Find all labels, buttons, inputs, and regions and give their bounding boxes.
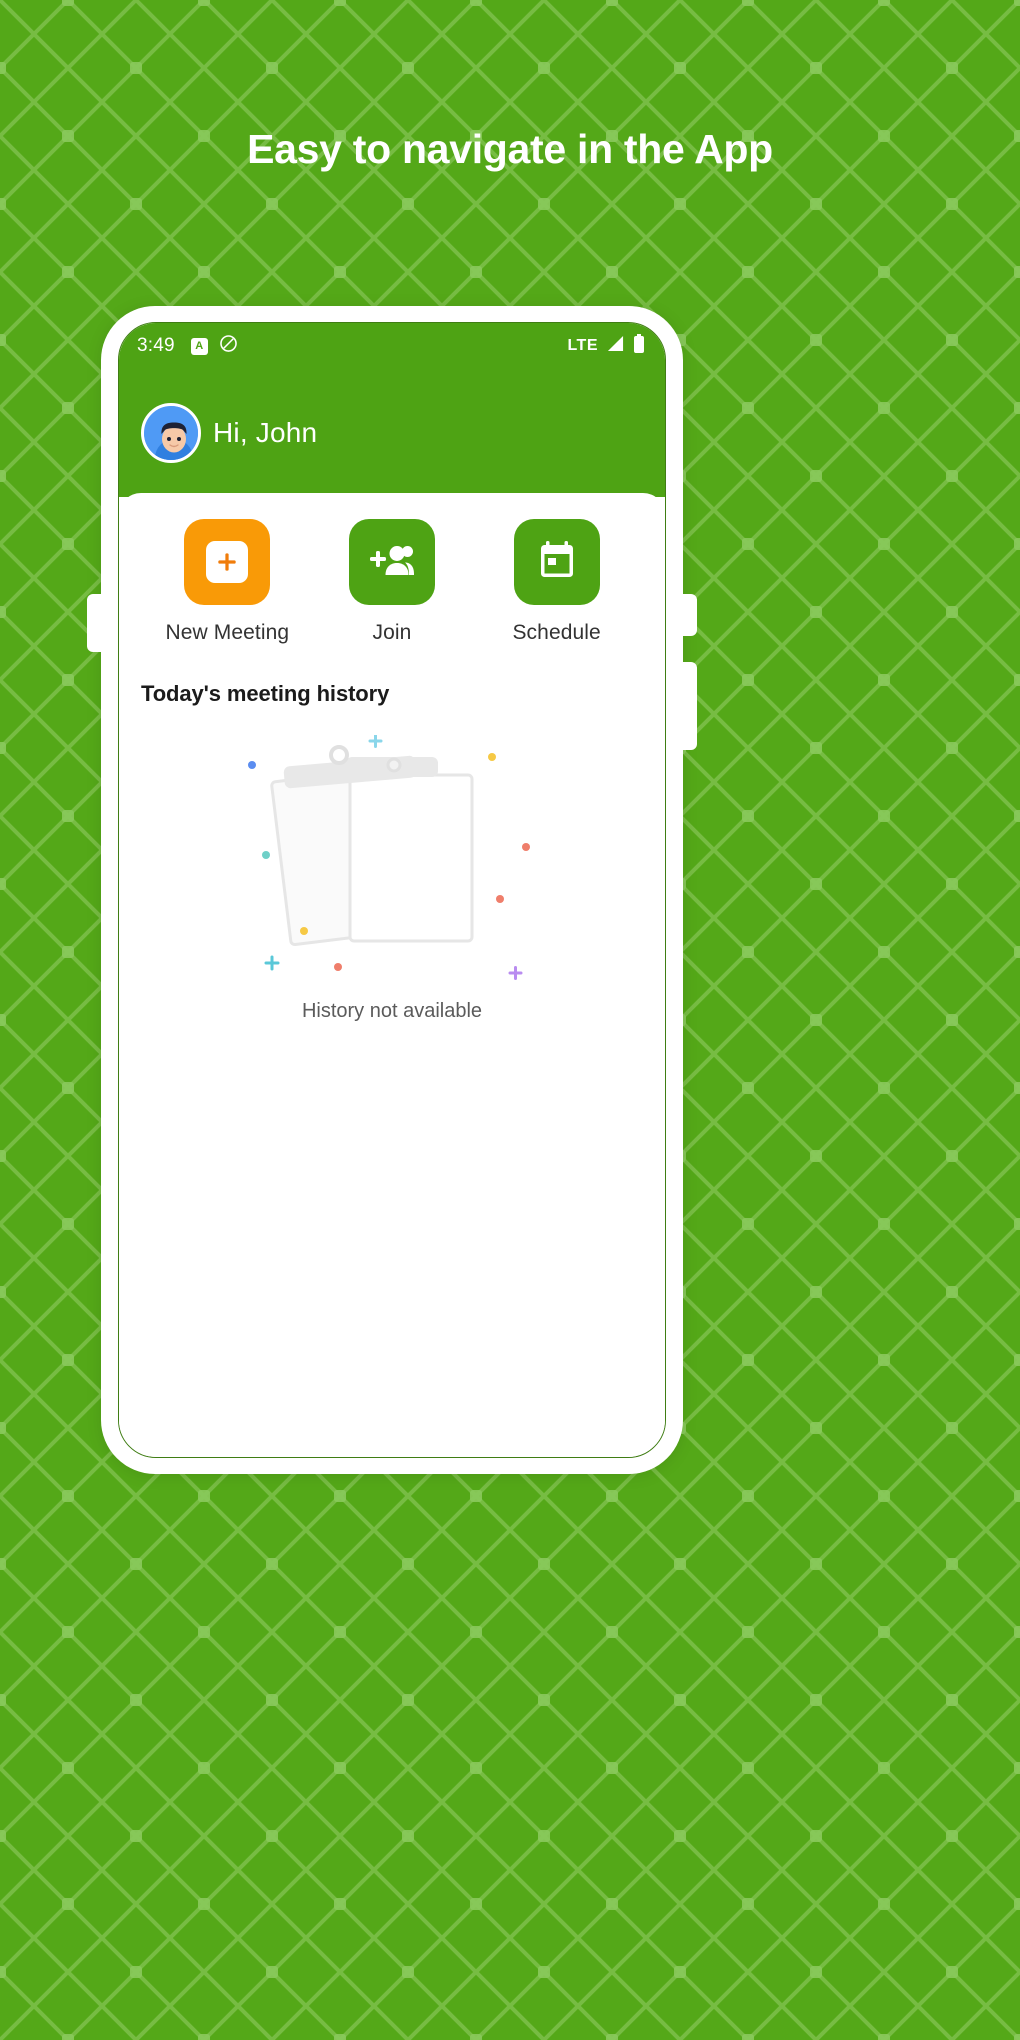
promo-headline: Easy to navigate in the App <box>247 126 773 172</box>
action-schedule[interactable]: Schedule <box>482 519 632 645</box>
action-join[interactable]: Join <box>317 519 467 645</box>
empty-clipboard-illustration <box>242 734 542 989</box>
phone-screen: 3:49 A LTE Hi, John New Meeting Join Sch… <box>118 322 666 1458</box>
do-not-disturb-icon <box>219 334 238 358</box>
history-empty-state: History not available <box>119 734 665 1023</box>
quick-actions: New Meeting Join Schedule <box>119 493 665 645</box>
battery-icon <box>633 333 645 359</box>
avatar[interactable] <box>141 403 201 463</box>
network-type-label: LTE <box>567 337 598 354</box>
section-title-history: Today's meeting history <box>141 681 390 706</box>
phone-frame: 3:49 A LTE Hi, John New Meeting Join Sch… <box>87 306 697 1474</box>
status-bar-time: 3:49 <box>137 335 175 356</box>
action-label-new-meeting: New Meeting <box>165 621 290 644</box>
action-new-meeting[interactable]: New Meeting <box>152 519 302 645</box>
phone-side-button-right-top <box>681 594 697 636</box>
join-tile[interactable] <box>348 519 435 605</box>
calendar-icon <box>539 540 575 584</box>
action-label-schedule: Schedule <box>512 621 601 644</box>
history-empty-text: History not available <box>301 1000 483 1022</box>
app-header: Hi, John <box>119 369 665 497</box>
phone-side-button-right-bottom <box>681 662 697 750</box>
person-add-icon <box>369 542 415 583</box>
content-card: New Meeting Join Schedule Today's meetin… <box>119 493 665 1457</box>
greeting-text: Hi, John <box>213 417 318 448</box>
schedule-tile[interactable] <box>513 519 600 605</box>
new-meeting-tile[interactable] <box>184 519 271 605</box>
action-label-join: Join <box>372 621 412 644</box>
text-badge-a-icon: A <box>190 337 208 355</box>
phone-side-button-left <box>87 594 103 652</box>
plus-square-icon <box>206 541 249 583</box>
signal-bars-icon <box>606 335 625 357</box>
status-bar: 3:49 A LTE <box>119 323 665 369</box>
